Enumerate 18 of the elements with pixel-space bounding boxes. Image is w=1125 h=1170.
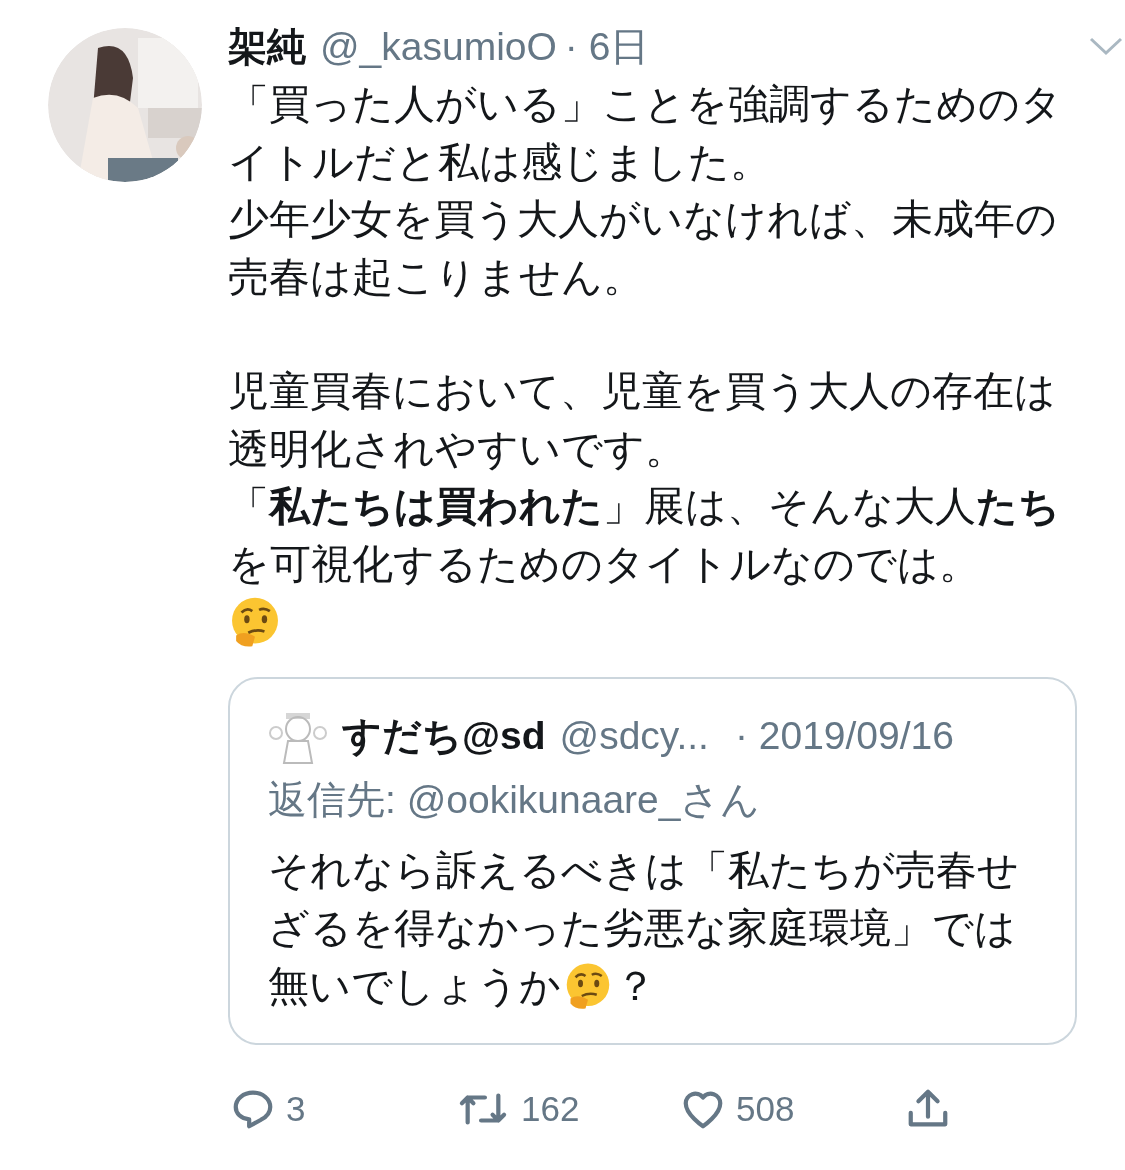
like-count: 508 — [736, 1088, 795, 1130]
reply-to-text: 返信先: @ookikunaare_さん — [268, 777, 762, 823]
post-time: · 6日 — [564, 26, 650, 66]
reply-count: 3 — [286, 1088, 306, 1130]
quoted-tweet-text: それなら訴えるべきは「私たちが売春せざるを得なかった劣悪な家庭環境」では — [268, 846, 1020, 953]
quoted-post-time: · 2019/09/16 — [734, 715, 954, 755]
tweet-text: 少年少女を買う大人がいなければ、未成年の売春は起こりません。 — [228, 195, 1058, 302]
tweet-text: 「私たちは買われた」展は、そんな大人たちを可視化するためのタイトルなのでは。 — [228, 482, 1061, 589]
user-handle: @_kasumioO — [320, 26, 557, 66]
retweet-count: 162 — [521, 1088, 580, 1130]
display-name: 架純 — [228, 26, 306, 66]
tweet-text: 児童買春において、児童を買う大人の存在は透明化されやすいです。 — [228, 367, 1057, 474]
tweet-text: 「買った人がいる」ことを強調するためのタイトルだと私は感じました。 — [228, 80, 1063, 187]
quoted-tweet-text: 無いでしょうか — [268, 962, 561, 1011]
quoted-display-name: すだち@sd — [342, 715, 546, 755]
quoted-tweet-card[interactable]: すだち@sd @sdcy... · 2019/09/16 返信先: @ookikunaare_さん それなら訴えるべきは「私たちが売春せざるを得なかった劣悪な家庭環境」では 無いでしょうか ？ — [228, 677, 1077, 1045]
quoted-user-handle: @sdcy... — [559, 715, 709, 755]
question-mark: ？ — [615, 962, 656, 1011]
